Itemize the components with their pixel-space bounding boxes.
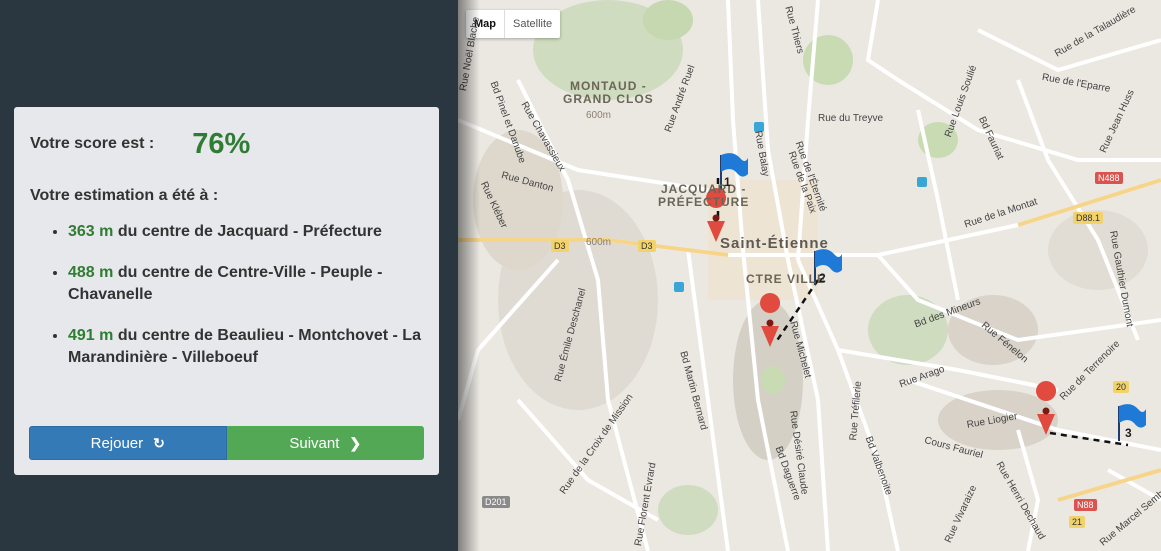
city-label: Saint-Étienne — [720, 235, 829, 252]
score-label: Votre score est : — [30, 135, 155, 152]
result-distance: 488 m — [68, 264, 114, 281]
flag-number: 1 — [724, 175, 731, 189]
district-label: CTRE VILLE — [746, 272, 827, 286]
bus-stop-icon — [917, 177, 927, 187]
refresh-icon: ↻ — [153, 434, 165, 451]
result-text: du centre de Centre-Ville - Peuple - Cha… — [68, 264, 383, 303]
park-area — [643, 0, 693, 40]
street-label: Rue du Treyve — [818, 113, 884, 124]
road-shield: 21 — [1069, 516, 1086, 528]
district-line: PRÉFECTURE — [658, 195, 750, 209]
estimate-title: Votre estimation a été à : — [30, 187, 219, 204]
flag-number: 2 — [819, 271, 826, 285]
park-area — [658, 485, 718, 535]
road-shield: D3 — [551, 240, 569, 252]
result-distance: 491 m — [68, 327, 114, 344]
sidebar: Votre score est : 76% Votre estimation a… — [0, 0, 458, 551]
road-shield: D88.1 — [1073, 212, 1104, 224]
bus-stop-icon — [674, 282, 684, 292]
road-shield: D201 — [482, 496, 510, 508]
list-item: 488 m du centre de Centre-Ville - Peuple… — [68, 262, 423, 306]
result-text: du centre de Jacquard - Préfecture — [113, 223, 382, 240]
district-label: MONTAUD - GRAND CLOS — [563, 80, 654, 106]
flag-number: 3 — [1125, 426, 1132, 440]
next-button[interactable]: Suivant ❯ — [226, 426, 424, 460]
chevron-right-icon: ❯ — [349, 434, 362, 451]
park-area — [761, 366, 785, 394]
road-shield: N488 — [1095, 172, 1123, 184]
result-panel: Votre score est : 76% Votre estimation a… — [14, 107, 439, 475]
road-shield: D3 — [638, 240, 656, 252]
road-shield: N88 — [1074, 499, 1097, 511]
replay-label: Rejouer — [90, 434, 144, 452]
score-row: Votre score est : 76% — [30, 127, 423, 160]
altitude-label: 600m — [586, 237, 612, 248]
result-text: du centre de Beaulieu - Montchovet - La … — [68, 327, 421, 366]
score-value: 76% — [192, 127, 251, 160]
results-list: 363 m du centre de Jacquard - Préfecture… — [30, 221, 423, 369]
next-label: Suivant — [289, 434, 340, 452]
list-item: 363 m du centre de Jacquard - Préfecture — [68, 221, 423, 243]
list-item: 491 m du centre de Beaulieu - Montchovet… — [68, 325, 423, 369]
replay-button[interactable]: Rejouer ↻ — [29, 426, 227, 460]
altitude-label: 600m — [586, 110, 612, 121]
map-view[interactable]: Map Satellite MONTAUD - GRAND CLOS JACQU… — [458, 0, 1161, 551]
district-line: GRAND CLOS — [563, 92, 654, 106]
target-flag — [1118, 404, 1146, 441]
map-type-satellite-button[interactable]: Satellite — [505, 10, 560, 38]
action-buttons: Rejouer ↻ Suivant ❯ — [29, 426, 424, 460]
district-label: JACQUARD - PRÉFECTURE — [658, 183, 749, 209]
road-shield: 20 — [1113, 381, 1130, 393]
result-distance: 363 m — [68, 223, 114, 240]
